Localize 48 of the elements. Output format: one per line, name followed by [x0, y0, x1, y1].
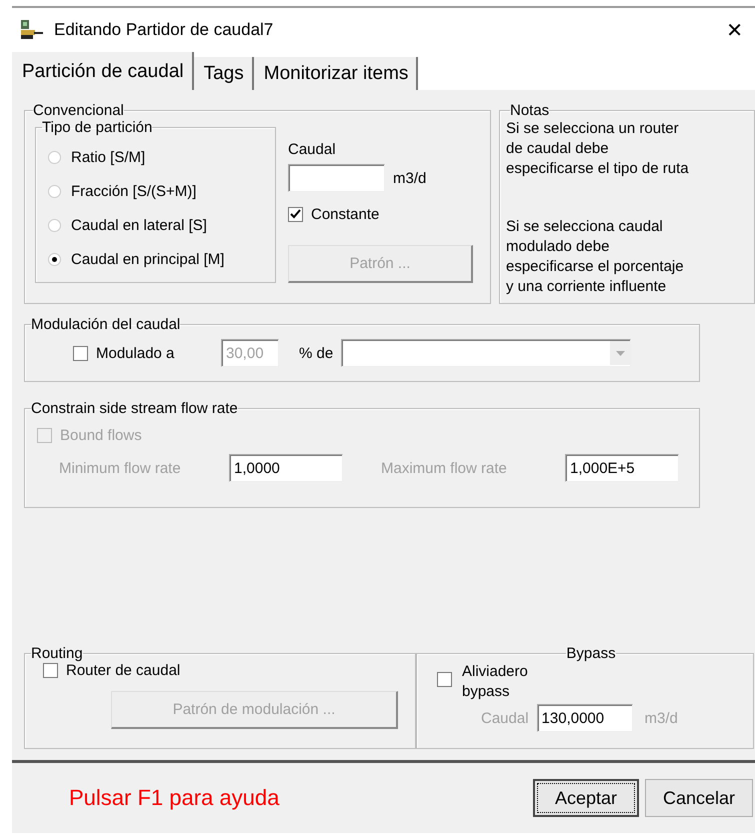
group-title: Tipo de partición	[42, 119, 152, 136]
checkbox-label: Bound flows	[60, 427, 142, 444]
radio-button[interactable]	[48, 184, 61, 198]
tab[interactable]: Monitorizar items	[254, 57, 418, 90]
checkbox[interactable]	[288, 207, 303, 222]
checkbox-label: Router de caudal	[66, 662, 180, 679]
radio-button[interactable]	[48, 150, 61, 164]
group-title: Convencional	[33, 102, 124, 119]
field-label: % de	[299, 344, 334, 362]
group-title: Modulación del caudal	[31, 316, 180, 333]
dialog-button[interactable]: Cancelar	[645, 779, 753, 817]
dialog-button[interactable]: Aceptar	[533, 779, 639, 817]
checkbox-label: Constante	[311, 206, 380, 223]
field-label: Minimum flow rate	[59, 460, 182, 476]
field-label: Maximum flow rate	[381, 460, 508, 476]
app-icon	[20, 20, 44, 40]
tab[interactable]: Tags	[194, 57, 254, 90]
caret-icon	[616, 350, 625, 356]
checkbox[interactable]	[43, 663, 58, 678]
unit-label: m3/d	[393, 170, 426, 186]
note-line: especificarse el porcentaje	[506, 257, 685, 277]
close-button[interactable]: ✕	[722, 18, 747, 42]
checkbox[interactable]	[73, 346, 88, 360]
window-title: Editando Partidor de caudal7	[54, 20, 274, 40]
note-line: de caudal debe	[506, 139, 610, 159]
group-title: Bypass	[566, 645, 616, 662]
tab[interactable]: Partición de caudal	[12, 52, 194, 90]
group-title: Notas	[510, 102, 550, 119]
input-field[interactable]	[288, 164, 385, 192]
checkbox-label: Modulado a	[96, 344, 176, 362]
checkbox-label: Aliviadero bypass	[462, 662, 529, 702]
group-title: Routing	[31, 645, 83, 662]
radio-label: Fracción [S/(S+M)]	[71, 182, 196, 200]
field-label: Caudal	[481, 710, 529, 726]
radio-label: Ratio [S/M]	[71, 148, 146, 166]
radio-label: Caudal en principal [M]	[71, 250, 224, 268]
note-line: Si se selecciona caudal	[506, 217, 664, 237]
help-text: Pulsar F1 para ayuda	[69, 785, 280, 811]
field-label: Caudal	[288, 141, 337, 158]
group-title: Constrain side stream flow rate	[31, 400, 238, 417]
unit-label: m3/d	[644, 710, 678, 726]
note-line: y una corriente influente	[506, 277, 668, 297]
note-line: modulado debe	[506, 237, 610, 257]
radio-label: Caudal en lateral [S]	[71, 216, 207, 234]
note-line: especificarse el tipo de ruta	[506, 159, 690, 179]
note-line: Si se selecciona un router	[506, 119, 680, 139]
radio-button[interactable]	[48, 252, 61, 266]
radio-button[interactable]	[48, 218, 61, 232]
